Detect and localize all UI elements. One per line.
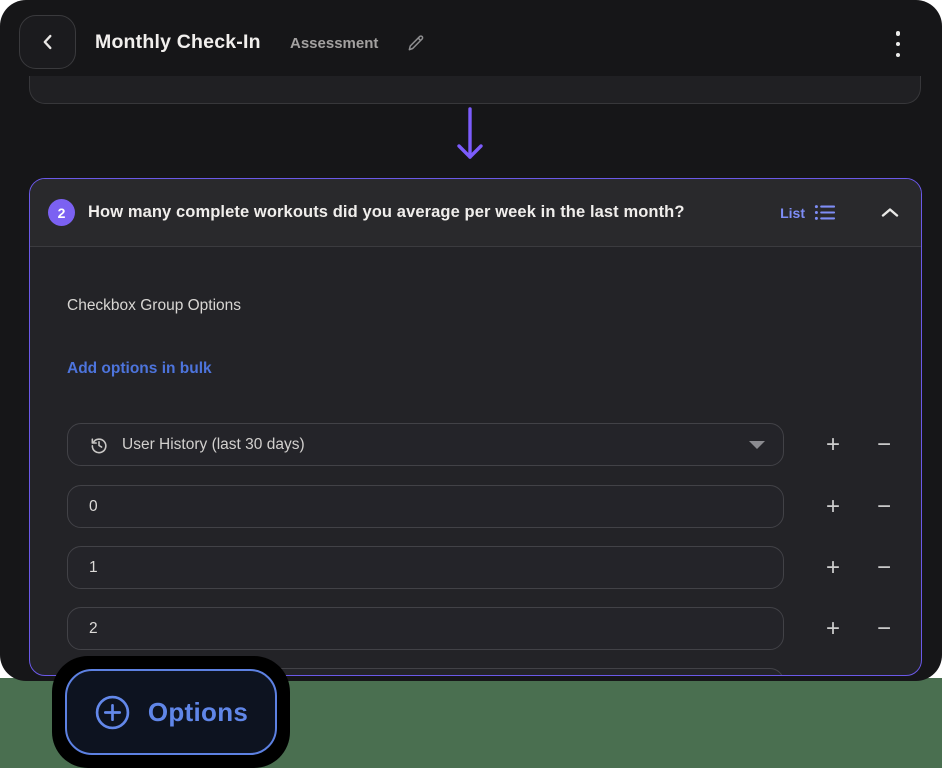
option-row: User History (last 30 days) + −: [67, 423, 902, 466]
option-input-wrap: [67, 546, 784, 589]
page-title: Monthly Check-In: [95, 31, 261, 53]
remove-option-button[interactable]: −: [869, 423, 899, 466]
option-value-input[interactable]: [89, 558, 765, 577]
question-type-selector[interactable]: List: [780, 204, 835, 221]
collapse-card-button[interactable]: [881, 207, 899, 218]
add-option-button[interactable]: +: [818, 546, 848, 589]
option-input-wrap: [67, 607, 784, 650]
chevron-up-icon: [881, 207, 899, 218]
add-option-button[interactable]: +: [818, 423, 848, 466]
add-option-button[interactable]: +: [818, 607, 848, 650]
user-history-dropdown[interactable]: User History (last 30 days): [67, 423, 784, 466]
page-subtitle: Assessment: [290, 35, 379, 52]
overflow-menu-icon[interactable]: [888, 30, 908, 58]
screenshot-stage: Monthly Check-In Assessment 2 How many c…: [0, 0, 942, 768]
option-row: + −: [67, 485, 902, 528]
back-button[interactable]: [19, 15, 76, 69]
options-button[interactable]: Options: [65, 669, 277, 755]
option-value-input[interactable]: [89, 619, 765, 638]
option-input-wrap: [67, 485, 784, 528]
list-icon: [814, 204, 835, 221]
dropdown-selected-value: User History (last 30 days): [122, 435, 305, 453]
remove-option-button[interactable]: −: [869, 546, 899, 589]
question-text: How many complete workouts did you avera…: [88, 203, 685, 221]
question-type-label: List: [780, 204, 805, 221]
option-value-input[interactable]: [89, 497, 765, 516]
add-option-button[interactable]: +: [818, 485, 848, 528]
question-number-badge: 2: [48, 199, 75, 226]
options-button-highlight-ring: Options: [52, 656, 290, 768]
chevron-left-icon: [37, 31, 59, 53]
add-options-in-bulk-link[interactable]: Add options in bulk: [67, 360, 212, 378]
dropdown-caret-icon: [749, 440, 765, 449]
circle-plus-icon: [94, 694, 131, 731]
history-icon: [89, 435, 109, 455]
flow-down-arrow-icon: [455, 105, 485, 174]
previous-question-card-fragment[interactable]: [29, 76, 921, 104]
remove-option-button[interactable]: −: [869, 485, 899, 528]
app-screen: Monthly Check-In Assessment 2 How many c…: [0, 0, 942, 681]
question-card: 2 How many complete workouts did you ave…: [29, 178, 922, 676]
remove-option-button[interactable]: −: [869, 607, 899, 650]
edit-pencil-icon[interactable]: [406, 33, 426, 58]
options-button-label: Options: [147, 696, 249, 727]
question-card-header[interactable]: 2 How many complete workouts did you ave…: [30, 179, 921, 247]
option-row: + −: [67, 546, 902, 589]
options-section-label: Checkbox Group Options: [67, 297, 242, 314]
option-row: + −: [67, 607, 902, 650]
